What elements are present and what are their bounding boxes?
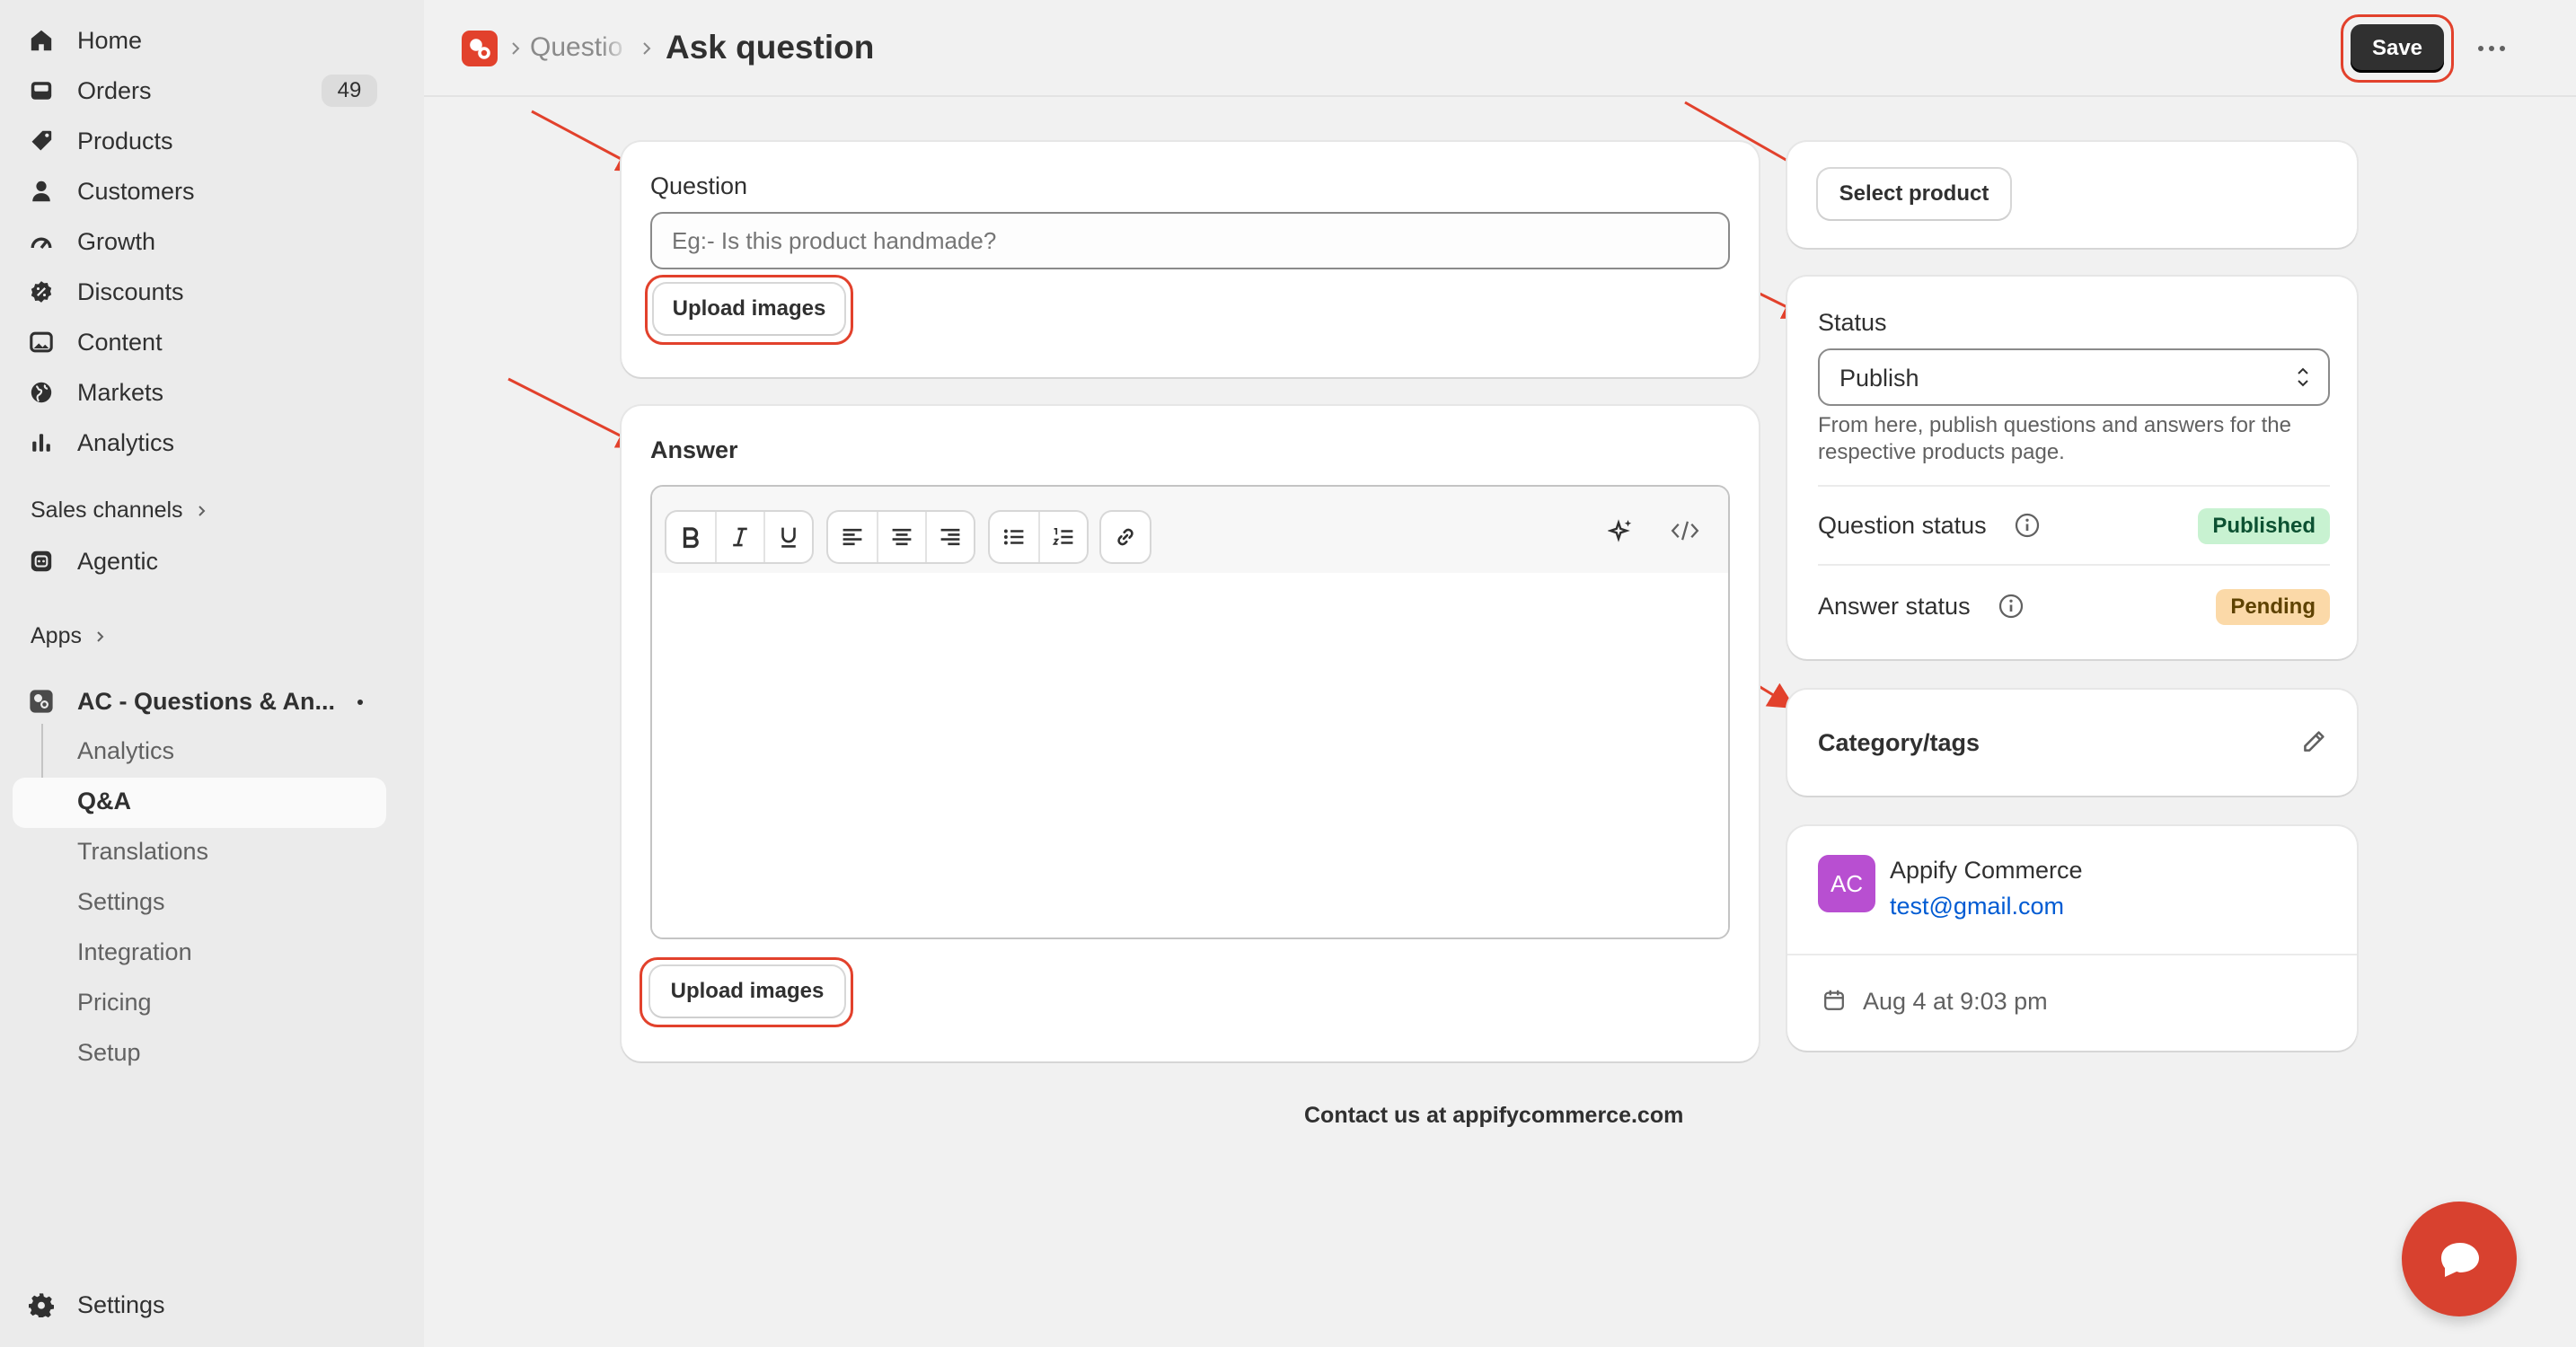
edit-pencil-icon[interactable] [2299,727,2328,756]
status-select[interactable]: Publish [1818,348,2330,406]
product-card: Select product [1787,142,2357,248]
bold-icon[interactable] [666,512,715,562]
avatar: AC [1818,855,1875,912]
link-icon[interactable] [1101,512,1150,562]
status-card: Status Publish From here, publish questi… [1787,277,2357,659]
rich-text-editor [650,485,1730,939]
italic-icon[interactable] [715,512,763,562]
sparkle-icon[interactable] [1608,517,1635,544]
link-group [1101,512,1150,562]
status-help-text: respective products page. [1818,440,2065,464]
question-status-label: Question status [1818,512,1987,539]
status-label: Status [1818,309,1887,336]
answer-status-badge: Pending [2216,589,2330,625]
divider [1787,954,2357,955]
info-icon[interactable] [2014,512,2041,539]
answer-upload-images-button[interactable]: Upload images [650,966,844,1017]
created-date: Aug 4 at 9:03 pm [1863,988,2048,1015]
editor-content-area[interactable] [652,573,1728,938]
select-arrows-icon [2294,365,2312,390]
format-group [666,512,812,562]
align-left-icon[interactable] [828,512,877,562]
answer-card: Answer Upload images [622,406,1759,1061]
answer-status-label: Answer status [1818,593,1971,620]
question-input[interactable] [650,212,1730,269]
category-label: Category/tags [1818,729,1981,756]
underline-icon[interactable] [763,512,812,562]
status-help-text: From here, publish questions and answers… [1818,413,2291,437]
select-product-button[interactable]: Select product [1818,169,2010,219]
customer-email-link[interactable]: test@gmail.com [1890,893,2064,920]
status-select-value: Publish [1839,365,1919,392]
editor-toolbar [652,487,1728,573]
contact-footer[interactable]: Contact us at appifycommerce.com [1304,1103,1683,1129]
customer-card: AC Appify Commerce test@gmail.com Aug 4 … [1787,826,2357,1051]
bullet-list-icon[interactable] [990,512,1038,562]
answer-label: Answer [650,436,738,463]
numbered-list-icon[interactable] [1038,512,1087,562]
align-center-icon[interactable] [877,512,925,562]
list-group [990,512,1087,562]
chat-bubble-icon [2439,1241,2481,1279]
info-icon[interactable] [1998,593,2025,620]
question-status-badge: Published [2198,508,2330,544]
align-group [828,512,974,562]
chat-launcher-button[interactable] [2402,1202,2517,1316]
code-view-icon[interactable] [1671,517,1699,544]
question-card: Question Upload images [622,142,1759,377]
customer-name: Appify Commerce [1890,857,2083,884]
question-upload-images-button[interactable]: Upload images [654,284,844,334]
calendar-icon [1822,988,1847,1013]
question-label: Question [650,172,748,199]
divider [1818,485,2330,487]
category-card: Category/tags [1787,690,2357,796]
align-right-icon[interactable] [925,512,974,562]
divider [1818,564,2330,566]
